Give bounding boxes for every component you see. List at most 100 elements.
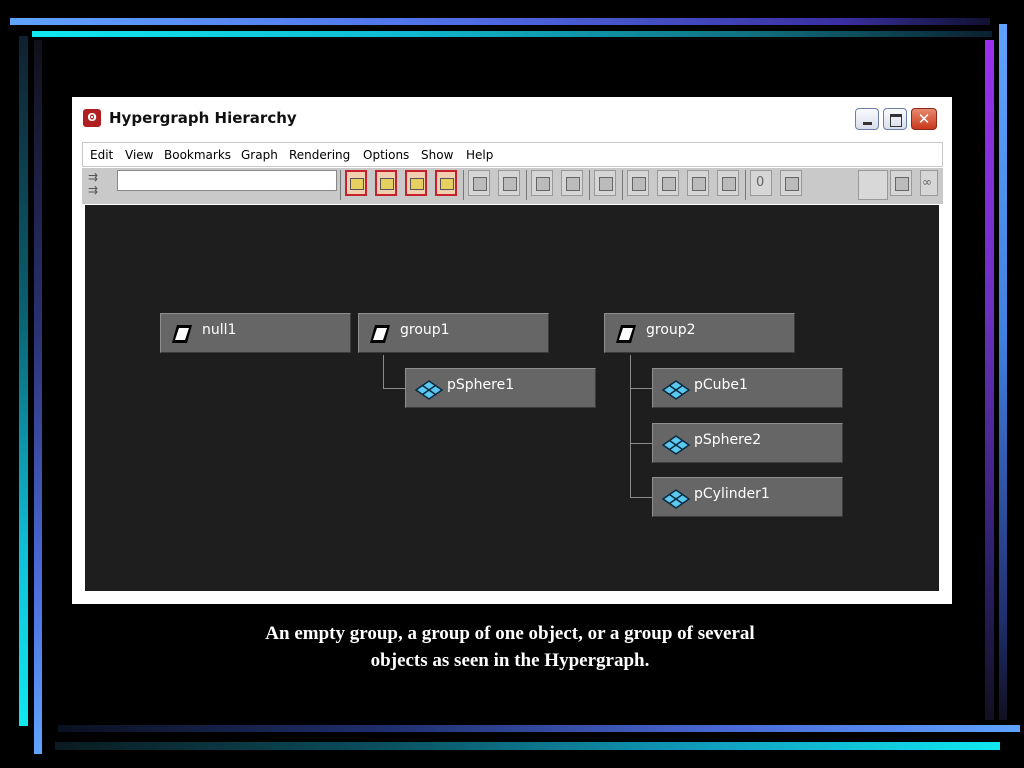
swap-icon: [895, 177, 909, 191]
select-icon: [722, 177, 736, 191]
poly-mesh-icon: [414, 380, 444, 400]
caption-line-2: objects as seen in the Hypergraph.: [370, 650, 650, 671]
toolbar-divider: [589, 170, 590, 200]
title-bar[interactable]: Ꙩ Hypergraph Hierarchy ✕: [79, 105, 944, 131]
frame-icon: [380, 178, 394, 190]
counter-label: 0: [756, 175, 765, 190]
frame-hierarchy-icon: [410, 178, 424, 190]
connector-line: [630, 388, 652, 389]
select-all-button[interactable]: [717, 170, 739, 196]
menu-bar: Edit View Bookmarks Graph Rendering Opti…: [82, 142, 943, 167]
connections-icon: [785, 177, 799, 191]
frame-bar-right-inner: [985, 40, 994, 720]
hypergraph-window: Ꙩ Hypergraph Hierarchy ✕ Edit View Bookm…: [72, 97, 952, 604]
frame-bar-top: [10, 18, 990, 25]
menu-view[interactable]: View: [125, 148, 153, 162]
poly-mesh-icon: [661, 435, 691, 455]
node-pCube1[interactable]: pCube1: [652, 368, 843, 408]
node-pSphere2[interactable]: pSphere2: [652, 423, 843, 463]
node-label: group2: [646, 322, 696, 338]
node-pSphere1[interactable]: pSphere1: [405, 368, 596, 408]
bookmark-add-icon: [536, 177, 550, 191]
maximize-button[interactable]: [883, 108, 907, 130]
menu-help[interactable]: Help: [466, 148, 493, 162]
node-label: group1: [400, 322, 450, 338]
connector-line: [630, 443, 652, 444]
slide-caption: An empty group, a group of one object, o…: [160, 620, 860, 674]
frame-bar-bottom: [55, 742, 1000, 750]
frame-bar-top-inner: [32, 31, 992, 37]
connector-line: [630, 355, 631, 497]
expand-button[interactable]: [627, 170, 649, 196]
frame-bar-right: [999, 24, 1007, 720]
menu-rendering[interactable]: Rendering: [289, 148, 350, 162]
toolbar-field[interactable]: [858, 170, 888, 200]
toolbar-divider: [340, 170, 341, 200]
node-label: pCylinder1: [694, 486, 770, 502]
infinity-button[interactable]: ∞: [920, 170, 938, 196]
node-label: null1: [202, 322, 237, 338]
toolbar: ⇉ ⇉ 0 ∞: [82, 168, 943, 204]
window-title: Hypergraph Hierarchy: [109, 109, 297, 127]
caption-line-1: An empty group, a group of one object, o…: [265, 623, 755, 644]
transform-node-icon: [616, 325, 636, 343]
toolbar-divider: [622, 170, 623, 200]
scene-hierarchy-button[interactable]: [345, 170, 367, 196]
frame-branch-icon: [440, 178, 454, 190]
sparkle-icon: [692, 177, 706, 191]
frame-bar-bottom-inner: [58, 725, 1020, 732]
infinity-icon: ∞: [922, 175, 932, 189]
connector-line: [630, 497, 652, 498]
collapse-button[interactable]: [657, 170, 679, 196]
menu-edit[interactable]: Edit: [90, 148, 113, 162]
frame-hierarchy-button[interactable]: [405, 170, 427, 196]
collapse-icon: [662, 177, 676, 191]
layout-vertical-button[interactable]: [468, 170, 490, 196]
frame-bar-left: [19, 36, 28, 726]
swap-button[interactable]: [890, 170, 912, 196]
frame-branch-button[interactable]: [435, 170, 457, 196]
connections-button[interactable]: [780, 170, 802, 196]
search-input[interactable]: [117, 170, 337, 191]
minimize-button[interactable]: [855, 108, 879, 130]
menu-graph[interactable]: Graph: [241, 148, 278, 162]
menu-show[interactable]: Show: [421, 148, 453, 162]
menu-bookmarks[interactable]: Bookmarks: [164, 148, 231, 162]
node-group2[interactable]: group2: [604, 313, 795, 353]
node-label: pSphere1: [447, 377, 515, 393]
layout-horizontal-button[interactable]: [498, 170, 520, 196]
transform-node-icon: [172, 325, 192, 343]
close-icon: ✕: [917, 110, 931, 128]
poly-mesh-icon: [661, 489, 691, 509]
transform-node-icon: [370, 325, 390, 343]
expand-icon: [632, 177, 646, 191]
hierarchy-icon: [350, 178, 364, 190]
branch-icon: [503, 177, 517, 191]
node-label: pSphere2: [694, 432, 762, 448]
counter-button[interactable]: 0: [750, 170, 772, 196]
scene-view-button[interactable]: [594, 170, 616, 196]
list-icon: [599, 177, 613, 191]
input-connections-icon[interactable]: ⇉ ⇉: [88, 171, 110, 197]
minimize-icon: [863, 122, 872, 125]
connector-line: [383, 388, 405, 389]
menu-options[interactable]: Options: [363, 148, 409, 162]
node-pCylinder1[interactable]: pCylinder1: [652, 477, 843, 517]
add-bookmark-button[interactable]: [531, 170, 553, 196]
node-null1[interactable]: null1: [160, 313, 351, 353]
app-logo-icon: Ꙩ: [83, 109, 101, 127]
frame-bar-left-inner: [34, 40, 42, 754]
tree-icon: [473, 177, 487, 191]
toolbar-divider: [745, 170, 746, 200]
bookmark-editor-button[interactable]: [561, 170, 583, 196]
close-button[interactable]: ✕: [911, 108, 937, 130]
node-group1[interactable]: group1: [358, 313, 549, 353]
connector-line: [383, 355, 384, 388]
frame-selection-button[interactable]: [375, 170, 397, 196]
toolbar-divider: [463, 170, 464, 200]
poly-mesh-icon: [661, 380, 691, 400]
expand-all-button[interactable]: [687, 170, 709, 196]
hypergraph-canvas[interactable]: null1 group1 pSphere1 group2 pCube1 pSph…: [85, 205, 939, 591]
toolbar-divider: [526, 170, 527, 200]
bookmark-editor-icon: [566, 177, 580, 191]
